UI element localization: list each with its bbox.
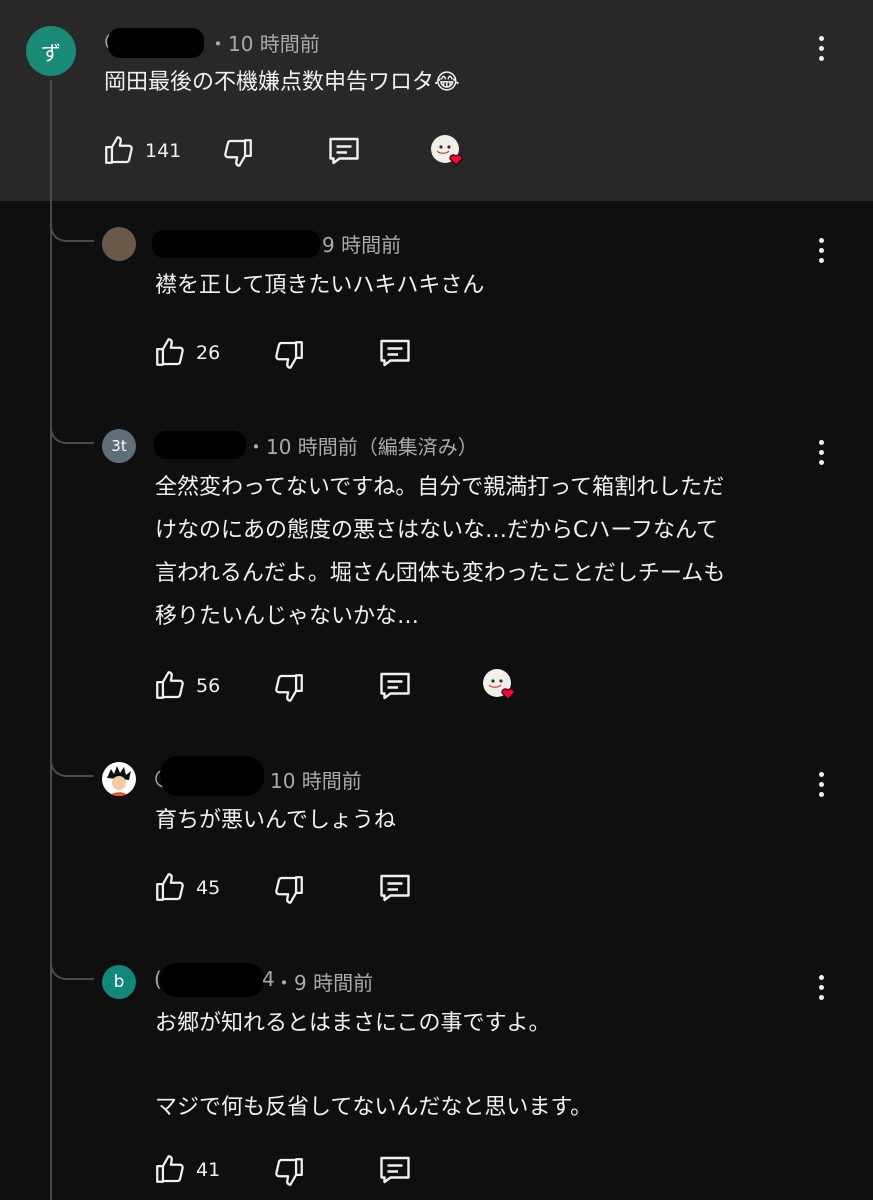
dislike-icon[interactable] [272,1155,306,1189]
like-count: 41 [196,1159,221,1181]
avatar[interactable] [102,762,136,796]
comment-timestamp: 10 時間前 [270,769,362,793]
avatar-letter: ず [41,40,61,65]
thread-connector [50,753,94,777]
thread-connector [50,420,94,444]
comment-timestamp: ・10 時間前 [208,32,320,56]
avatar[interactable] [102,227,136,261]
more-options-button[interactable] [811,36,831,66]
like-icon[interactable] [153,1152,187,1186]
like-icon[interactable] [153,870,187,904]
reply-icon[interactable] [326,133,362,169]
redacted-handle [154,431,246,459]
like-count: 141 [145,140,182,162]
thread-line [50,80,52,1200]
dislike-icon[interactable] [272,338,306,372]
comment-timestamp: ・10 時間前（編集済み） [246,435,478,459]
redacted-handle [160,963,264,997]
like-icon[interactable] [153,668,187,702]
like-count: 45 [196,877,221,899]
avatar-letter: 3t [111,437,127,455]
more-options-button[interactable] [811,975,831,1005]
more-options-button[interactable] [811,440,831,470]
comment-text: お郷が知れるとはまさにこの事ですよ。 マジで何も反省してないんだなと思います。 [155,1011,593,1120]
comment-timestamp: ・9 時間前 [274,971,374,995]
reply-icon[interactable] [377,335,413,371]
redacted-handle [160,756,264,796]
avatar[interactable]: b [102,965,136,999]
character-avatar-icon [107,766,131,796]
dislike-icon[interactable] [221,136,255,170]
comment-handle-suffix: 4 [262,967,275,991]
reply-icon[interactable] [377,1152,413,1188]
comment-text: 育ちが悪いんでしょうね [155,808,396,833]
comment-text: 岡田最後の不機嫌点数申告ワロタ😂 [104,70,460,95]
dislike-icon[interactable] [272,671,306,705]
like-count: 56 [196,675,221,697]
avatar[interactable]: 3t [102,429,136,463]
dislike-icon[interactable] [272,873,306,907]
comment-text: 全然変わってないですね。自分で親満打って箱割れしただ けなのにあの態度の悪さはな… [155,475,726,629]
like-icon[interactable] [102,133,136,167]
more-options-button[interactable] [811,772,831,802]
reply-icon[interactable] [377,668,413,704]
comment-timestamp: 9 時間前 [322,233,402,257]
thread-connector [50,956,94,980]
more-options-button[interactable] [811,238,831,268]
like-icon[interactable] [153,335,187,369]
redacted-handle [108,28,204,58]
creator-heart-icon [483,669,515,700]
avatar[interactable]: ず [26,26,76,76]
reply-icon[interactable] [377,870,413,906]
thread-connector [50,218,94,242]
like-count: 26 [196,342,221,364]
comment-text: 襟を正して頂きたいハキハキさん [155,273,485,298]
creator-heart-icon [431,135,463,166]
avatar-letter: b [113,972,125,992]
redacted-handle [152,230,320,258]
